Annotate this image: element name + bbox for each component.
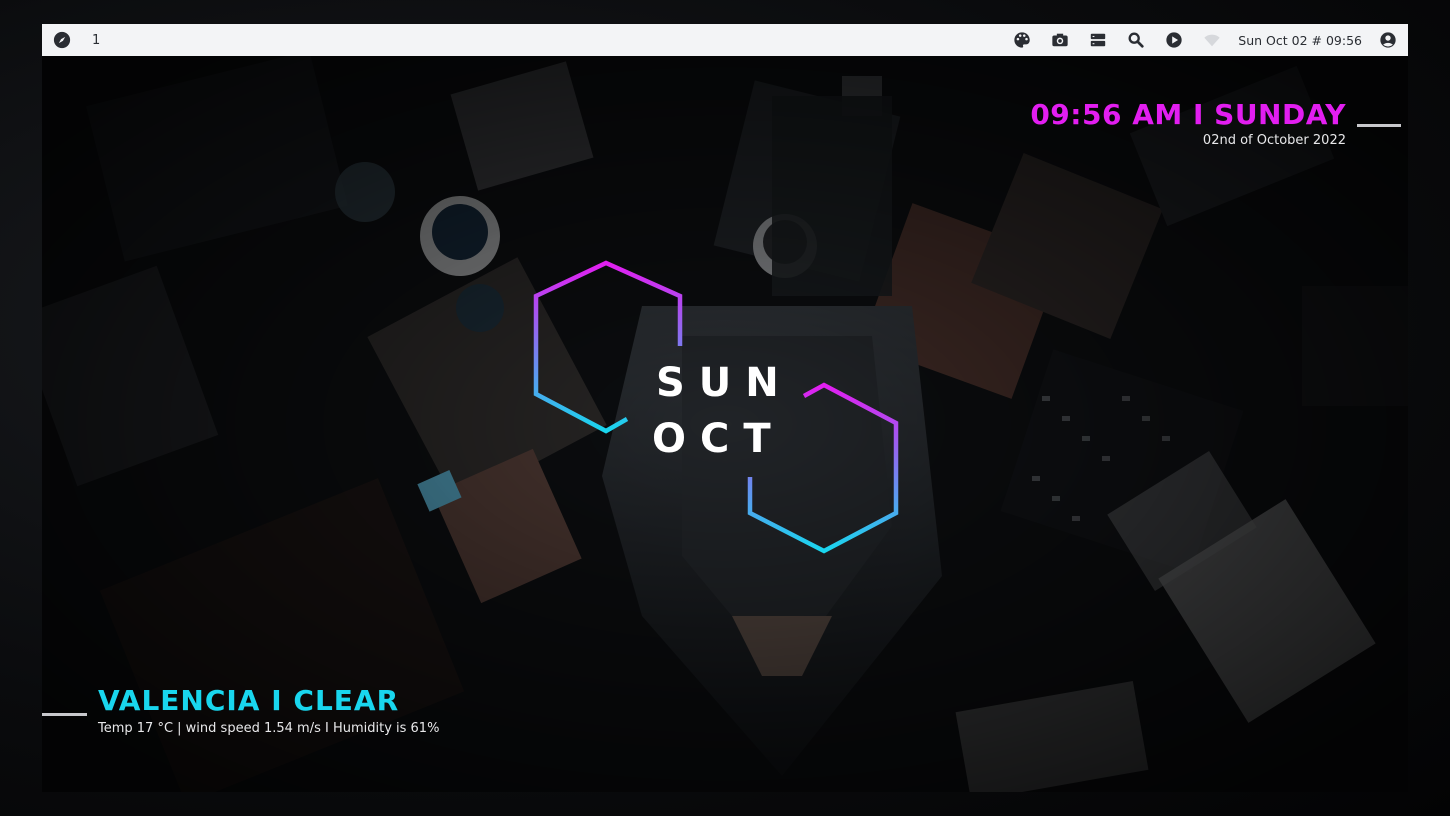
panel-clock[interactable]: Sun Oct 02 # 09:56: [1238, 33, 1362, 48]
full-date-label: 02nd of October 2022: [1202, 133, 1346, 148]
weather-details: Temp 17 °C | wind speed 1.54 m/s I Humid…: [98, 721, 440, 736]
top-panel: 1 Sun Oct 02 # 09:56: [42, 24, 1408, 56]
play-icon[interactable]: [1162, 28, 1186, 52]
time-widget: 09:56 AM I SUNDAY 02nd of October 2022: [1030, 98, 1346, 149]
weather-widget: VALENCIA I CLEAR Temp 17 °C | wind speed…: [98, 684, 440, 737]
search-icon[interactable]: [1124, 28, 1148, 52]
compass-icon[interactable]: [50, 28, 74, 52]
time-day-label: 09:56 AM I SUNDAY: [1030, 98, 1346, 131]
user-circle-icon[interactable]: [1376, 28, 1400, 52]
center-month: OCT: [652, 416, 785, 462]
camera-icon[interactable]: [1048, 28, 1072, 52]
wifi-icon[interactable]: [1200, 28, 1224, 52]
server-icon[interactable]: [1086, 28, 1110, 52]
screen: SUN OCT 1 Sun Oct 02 # 09:56 09:56 AM I …: [42, 24, 1408, 792]
weather-title: VALENCIA I CLEAR: [98, 684, 400, 717]
time-divider: [1357, 124, 1401, 127]
workspace-indicator[interactable]: 1: [92, 33, 100, 48]
palette-icon[interactable]: [1010, 28, 1034, 52]
weather-divider: [42, 713, 87, 716]
center-day: SUN: [656, 360, 793, 406]
